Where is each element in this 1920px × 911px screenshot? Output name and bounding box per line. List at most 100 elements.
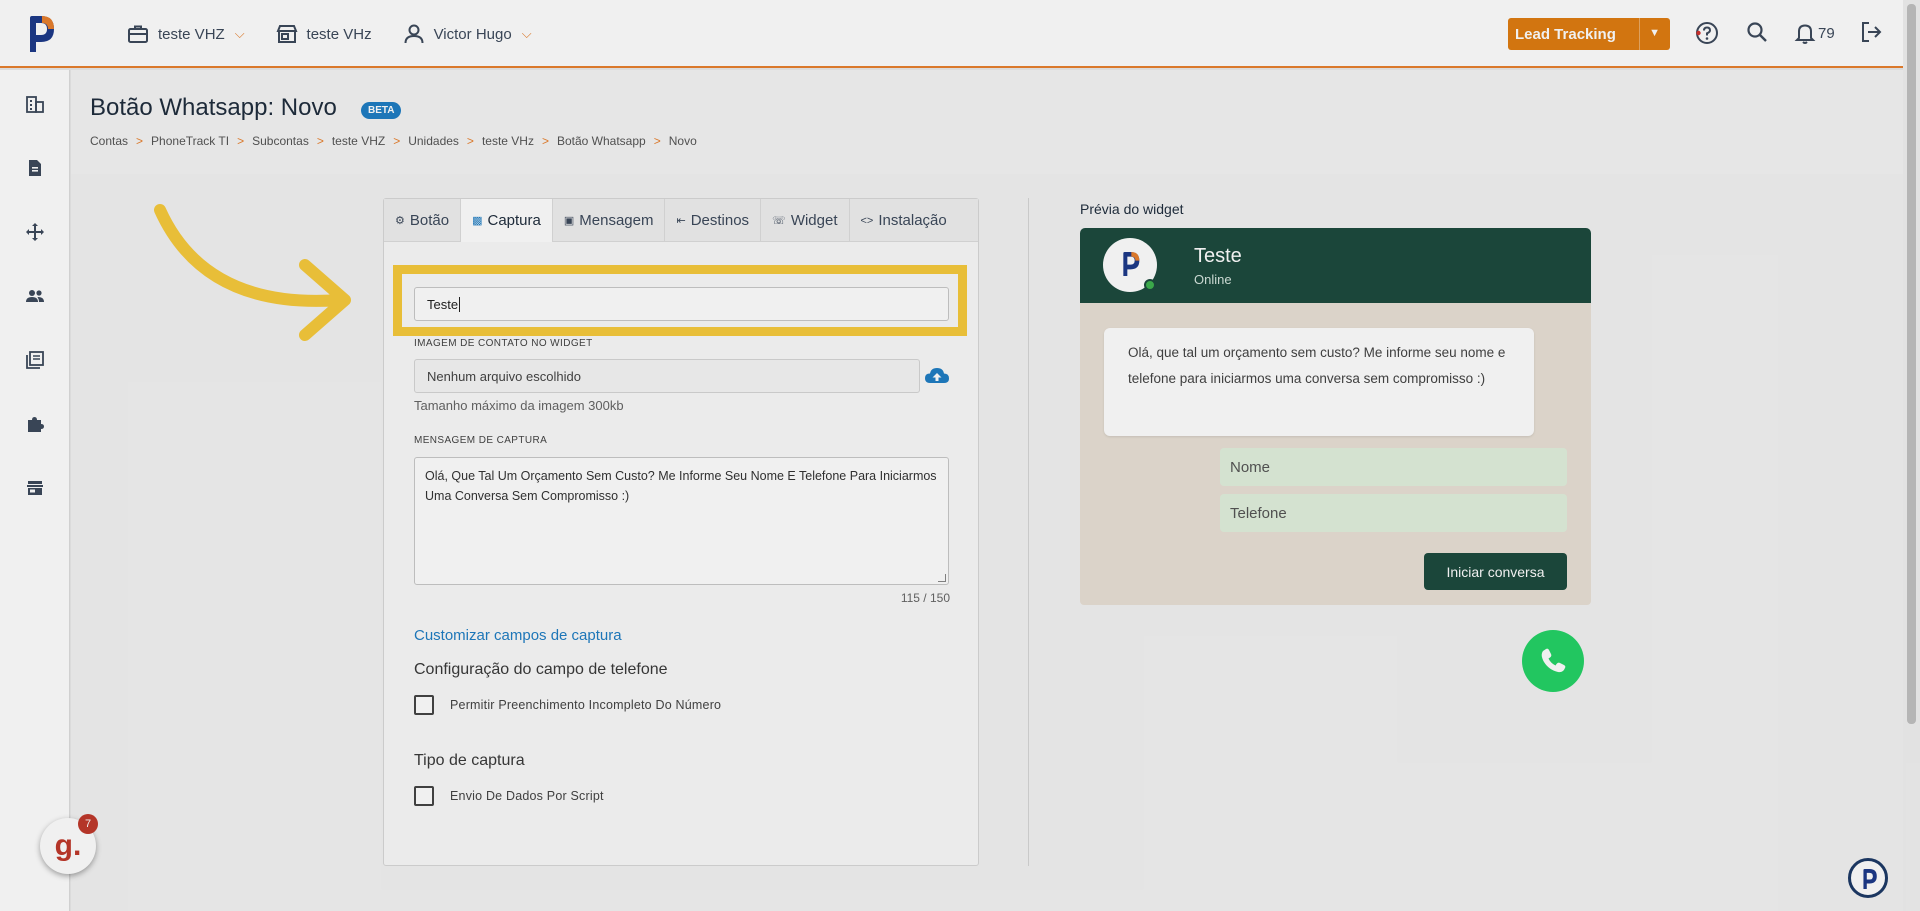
breadcrumb: Contas > PhoneTrack TI > Subcontas > teste … <box>90 134 697 148</box>
bell-icon[interactable] <box>1794 21 1816 45</box>
page-title: Botão Whatsapp: Novo <box>90 94 337 121</box>
breadcrumb-separator: > <box>393 134 401 148</box>
unit-name: teste VHz <box>306 25 372 43</box>
file-input-text: Nenhum arquivo escolhido <box>427 368 581 384</box>
report-icon[interactable] <box>25 158 45 178</box>
column-divider <box>1028 198 1029 866</box>
script-capture-option[interactable]: Envio De Dados Por Script <box>414 786 604 806</box>
preview-title: Prévia do widget <box>1080 201 1184 217</box>
resize-handle-icon[interactable] <box>938 574 946 582</box>
capture-message-value: Olá, Que Tal Um Orçamento Sem Custo? Me … <box>425 469 937 503</box>
gear-icon: ⚙ <box>395 215 405 227</box>
tutorial-highlight-box <box>393 265 967 336</box>
phonetrack-logo <box>1863 869 1877 889</box>
tab-bar: ⚙ Botão ▩ Captura ▣ Mensagem ⇤ Destinos … <box>384 199 978 242</box>
support-unread-count: 7 <box>78 814 98 834</box>
phone-icon <box>1541 648 1566 673</box>
incomplete-number-checkbox[interactable] <box>414 695 434 715</box>
search-icon[interactable] <box>1744 19 1770 45</box>
page-header: Botão Whatsapp: Novo BETA Contas > PhoneT… <box>71 70 1903 174</box>
breadcrumb-separator: > <box>466 134 474 148</box>
account-selector[interactable]: teste VHZ ⌵ <box>126 22 245 46</box>
breadcrumb-separator: > <box>541 134 549 148</box>
cloud-upload-icon[interactable] <box>923 362 951 390</box>
image-field-label: IMAGEM DE CONTATO NO WIDGET <box>414 338 593 349</box>
breadcrumb-item[interactable]: teste VHZ <box>332 134 385 148</box>
chevron-down-icon: ⌵ <box>234 26 245 41</box>
customize-fields-link[interactable]: Customizar campos de captura <box>414 627 622 644</box>
notification-count: 79 <box>1818 25 1835 42</box>
message-icon: ▣ <box>563 215 575 227</box>
top-navigation: teste VHZ ⌵ teste VHz Victor Hugo ⌵ <box>126 0 532 68</box>
widget-header: Teste Online <box>1080 228 1591 303</box>
help-icon[interactable] <box>1694 20 1720 46</box>
tab-captura[interactable]: ▩ Captura <box>461 199 553 242</box>
breadcrumb-item[interactable]: Subcontas <box>252 134 309 148</box>
scrollbar-thumb[interactable] <box>1907 4 1916 724</box>
tab-widget[interactable]: ☏ Widget <box>761 199 850 242</box>
whatsapp-icon: ☏ <box>772 215 786 227</box>
building-icon[interactable] <box>25 94 45 114</box>
capture-message-textarea[interactable]: Olá, Que Tal Um Orçamento Sem Custo? Me … <box>414 457 949 585</box>
tab-label: Widget <box>790 212 838 229</box>
widget-name-input[interactable]: Nome <box>1220 448 1567 486</box>
page-scrollbar[interactable] <box>1903 0 1920 911</box>
character-counter: 115 / 150 <box>900 591 950 605</box>
caret-down-icon[interactable]: ▼ <box>1649 27 1660 39</box>
breadcrumb-separator: > <box>237 134 245 148</box>
unit-selector[interactable]: teste VHz <box>275 22 372 46</box>
tab-label: Captura <box>487 212 541 229</box>
breadcrumb-item[interactable]: Unidades <box>408 134 459 148</box>
logout-icon[interactable] <box>1858 19 1884 45</box>
code-icon: <> <box>860 214 874 227</box>
phonetrack-logo[interactable] <box>22 12 58 56</box>
sidebar <box>0 70 70 911</box>
destinations-icon: ⇤ <box>676 215 686 227</box>
breadcrumb-item[interactable]: teste VHz <box>482 134 534 148</box>
account-name: teste VHZ <box>158 25 225 43</box>
tab-label: Botão <box>409 212 450 229</box>
lead-tracking-label: Lead Tracking <box>1515 25 1616 43</box>
lead-tracking-button[interactable]: Lead Tracking ▼ <box>1508 18 1670 50</box>
image-size-hint: Tamanho máximo da imagem 300kb <box>414 398 624 413</box>
user-name: Victor Hugo <box>433 25 512 43</box>
form-icon: ▩ <box>472 215 483 227</box>
script-capture-checkbox[interactable] <box>414 786 434 806</box>
breadcrumb-separator: > <box>653 134 661 148</box>
widget-chat-body: Olá, que tal um orçamento sem custo? Me … <box>1080 303 1591 605</box>
incomplete-number-label: Permitir Preenchimento Incompleto Do Núm… <box>450 698 722 712</box>
split-divider <box>1639 18 1640 50</box>
script-capture-label: Envio De Dados Por Script <box>450 789 604 803</box>
breadcrumb-item[interactable]: Botão Whatsapp <box>557 134 646 148</box>
user-menu[interactable]: Victor Hugo ⌵ <box>402 22 532 46</box>
widget-contact-status: Online <box>1194 272 1232 287</box>
tab-destinos[interactable]: ⇤ Destinos <box>665 199 762 242</box>
users-icon[interactable] <box>25 286 45 306</box>
whatsapp-float-button[interactable] <box>1522 630 1584 692</box>
online-status-dot <box>1144 279 1156 291</box>
puzzle-icon[interactable] <box>25 414 45 434</box>
phonetrack-logo <box>1123 252 1140 276</box>
start-conversation-button[interactable]: Iniciar conversa <box>1424 553 1567 590</box>
widget-phone-input[interactable]: Telefone <box>1220 494 1567 532</box>
phone-config-title: Configuração do campo de telefone <box>414 661 668 678</box>
breadcrumb-item: Novo <box>668 134 697 148</box>
tab-label: Destinos <box>690 212 750 229</box>
store-icon[interactable] <box>25 478 45 498</box>
tab-mensagem[interactable]: ▣ Mensagem <box>553 199 666 242</box>
move-icon[interactable] <box>25 222 45 242</box>
phonetrack-chat-icon[interactable] <box>1848 858 1888 898</box>
capture-type-title: Tipo de captura <box>414 752 525 769</box>
tab-botao[interactable]: ⚙ Botão <box>384 199 462 242</box>
chevron-down-icon: ⌵ <box>521 26 532 41</box>
support-badge-letter: g. <box>54 829 82 862</box>
top-bar: teste VHZ ⌵ teste VHz Victor Hugo ⌵ Lead… <box>0 0 1903 68</box>
incomplete-number-option[interactable]: Permitir Preenchimento Incompleto Do Núm… <box>414 695 721 715</box>
briefcase-icon <box>128 25 148 43</box>
breadcrumb-item[interactable]: PhoneTrack TI <box>151 134 229 148</box>
breadcrumb-item[interactable]: Contas <box>90 134 128 148</box>
image-file-input[interactable]: Nenhum arquivo escolhido <box>414 359 920 393</box>
tab-instalacao[interactable]: <> Instalação <box>850 199 958 242</box>
library-icon[interactable] <box>25 350 45 370</box>
tab-label: Mensagem <box>579 212 654 229</box>
